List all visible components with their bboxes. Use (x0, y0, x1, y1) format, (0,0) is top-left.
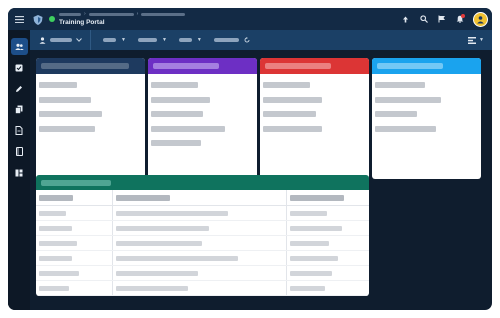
refresh-filter[interactable] (213, 37, 250, 43)
status-indicator (49, 16, 55, 22)
filter-value (178, 38, 192, 42)
dashboard-icon (15, 169, 23, 176)
card-body (36, 74, 145, 132)
list-item (263, 125, 322, 132)
table-column-headers (36, 190, 369, 206)
list-item (375, 96, 441, 103)
card-body (372, 74, 481, 132)
list-item (375, 111, 417, 117)
list-item (263, 82, 310, 88)
table-header (36, 175, 369, 190)
layout-toggle[interactable]: ▼ (468, 30, 484, 50)
card-header (36, 58, 145, 74)
filter-value (213, 38, 239, 42)
copy-document-icon (15, 105, 23, 114)
chevron-down-icon (76, 38, 82, 42)
card-body (148, 74, 257, 146)
card-body (260, 74, 369, 132)
table-row[interactable] (36, 281, 369, 296)
checkbox-icon (15, 64, 23, 71)
breadcrumb-item[interactable] (88, 13, 134, 16)
upload-icon[interactable] (401, 15, 410, 24)
sidebar (8, 30, 30, 310)
card-header (372, 58, 481, 74)
table-row[interactable] (36, 221, 369, 236)
caret-down-icon: ▼ (479, 37, 484, 43)
summary-card (36, 58, 145, 179)
list-item (39, 82, 77, 88)
page-title: Training Portal (59, 18, 105, 26)
summary-card (260, 58, 369, 179)
users-icon (14, 43, 24, 50)
caret-down-icon: ▼ (121, 37, 126, 43)
sidebar-item-edit[interactable] (11, 80, 28, 97)
table-row[interactable] (36, 266, 369, 281)
list-item (375, 125, 436, 132)
list-item (151, 125, 225, 132)
list-item (39, 111, 102, 117)
document-icon (15, 126, 23, 135)
column-header[interactable] (39, 195, 73, 201)
column-header[interactable] (116, 195, 170, 201)
book-icon (15, 147, 23, 156)
filter-dropdown[interactable]: ▼ (178, 37, 202, 43)
caret-down-icon: ▼ (196, 37, 202, 43)
top-bar: › › Training Portal (8, 8, 492, 30)
sidebar-item-library[interactable] (11, 143, 28, 160)
hamburger-icon[interactable] (8, 8, 30, 30)
notification-badge (461, 13, 465, 18)
summary-card (148, 58, 257, 179)
sidebar-item-users[interactable] (10, 38, 28, 55)
list-item (151, 96, 210, 103)
filter-value (103, 38, 116, 42)
user-selector-value (50, 38, 72, 42)
sidebar-item-documents[interactable] (11, 122, 28, 139)
avatar[interactable] (473, 11, 488, 27)
list-item (263, 111, 316, 117)
caret-down-icon: ▼ (161, 37, 167, 43)
refresh-icon (244, 37, 250, 43)
title-block: › › Training Portal (59, 12, 186, 27)
shield-logo-icon (32, 13, 44, 25)
sidebar-item-copies[interactable] (11, 101, 28, 118)
flag-icon[interactable] (437, 15, 446, 24)
user-selector[interactable] (39, 30, 91, 50)
filter-value (137, 38, 157, 42)
column-header[interactable] (290, 195, 344, 201)
bell-icon[interactable] (455, 13, 465, 24)
list-item (375, 82, 425, 88)
breadcrumb-item[interactable] (59, 13, 81, 16)
card-header (148, 58, 257, 74)
user-icon (39, 36, 46, 44)
list-item (151, 82, 198, 88)
summary-card (372, 58, 481, 179)
top-actions (401, 8, 488, 30)
sidebar-item-dashboard[interactable] (11, 164, 28, 181)
records-table (36, 175, 369, 296)
filter-dropdown[interactable]: ▼ (137, 37, 167, 43)
list-item (39, 125, 95, 132)
list-item (263, 96, 322, 103)
list-item (151, 140, 201, 146)
list-item (151, 111, 203, 117)
sidebar-item-tasks[interactable] (11, 59, 28, 76)
breadcrumb-item[interactable] (141, 13, 186, 16)
search-icon[interactable] (419, 15, 428, 24)
table-row[interactable] (36, 251, 369, 266)
table-row[interactable] (36, 206, 369, 221)
filter-dropdown[interactable]: ▼ (103, 37, 126, 43)
app-window: › › Training Portal ▼ ▼ ▼ ▼ (8, 8, 492, 310)
layout-toggle-icon (468, 36, 477, 44)
pencil-icon (16, 85, 22, 92)
filter-toolbar: ▼ ▼ ▼ ▼ (30, 30, 492, 50)
card-header (260, 58, 369, 74)
table-row[interactable] (36, 236, 369, 251)
list-item (39, 96, 91, 103)
